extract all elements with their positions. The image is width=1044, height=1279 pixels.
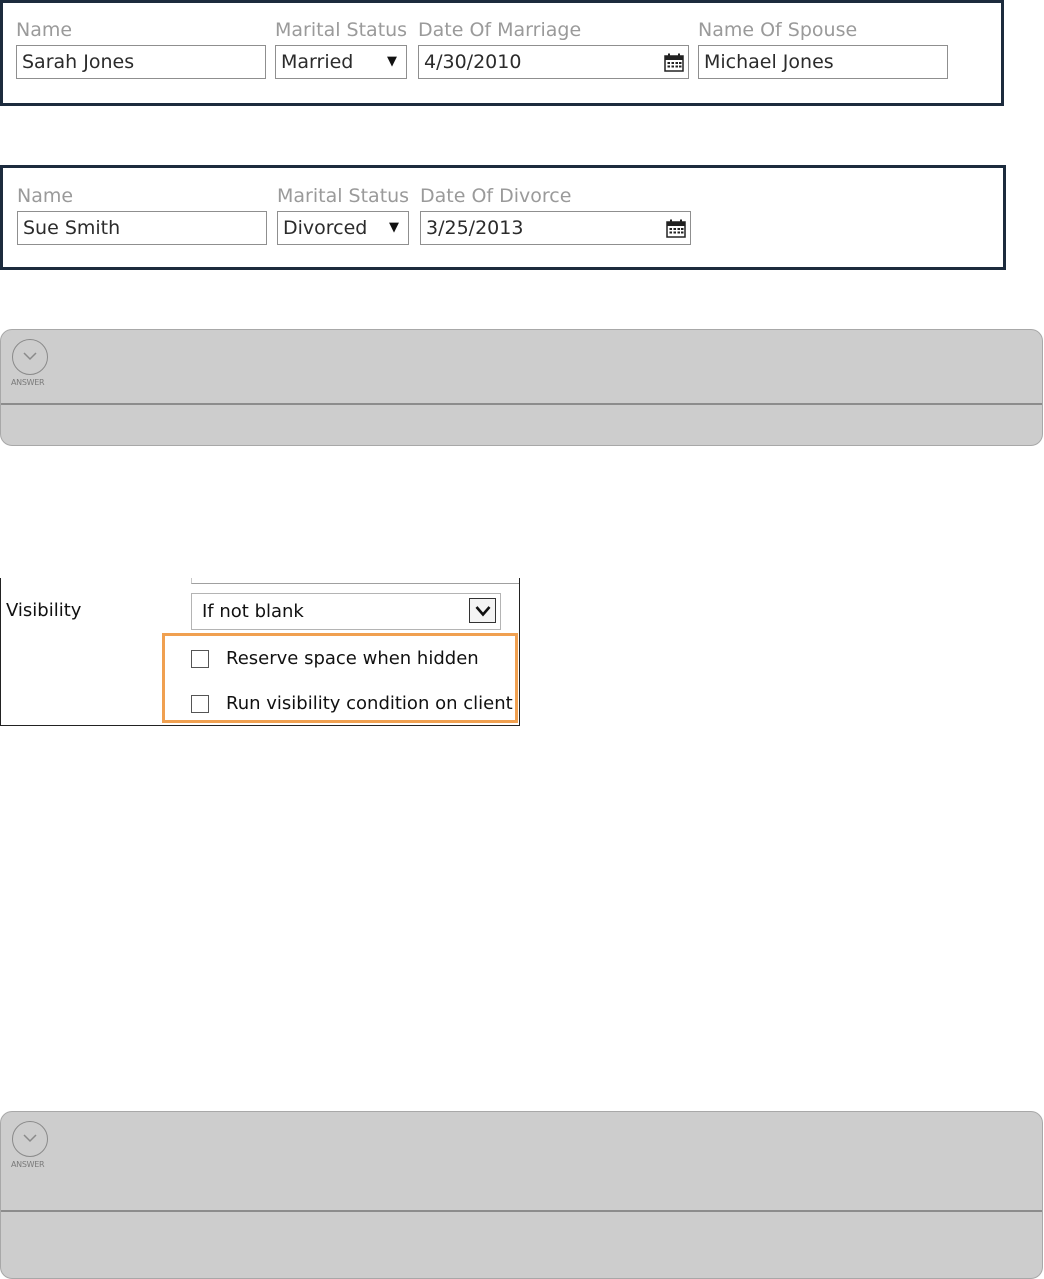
chevron-down-circle-icon [12, 1121, 48, 1157]
divider [1, 403, 1042, 405]
marital-status-value: Married [281, 51, 354, 73]
name-of-spouse-input[interactable]: Michael Jones [698, 45, 948, 79]
chevron-down-icon [475, 606, 491, 617]
divider [1, 1210, 1042, 1212]
date-of-marriage-label: Date Of Marriage [418, 19, 582, 41]
name-of-spouse-label: Name Of Spouse [698, 19, 858, 41]
dropdown-arrow-icon: ▼ [389, 220, 399, 235]
visibility-label: Visibility [6, 600, 82, 621]
divorced-form-panel: Name Sue Smith Marital Status Divorced ▼… [0, 165, 1006, 270]
answer-panel: ANSWER [0, 1111, 1043, 1279]
visibility-select-value: If not blank [202, 601, 304, 622]
marital-status-field: Marital Status Married ▼ [275, 18, 407, 80]
name-label: Name [17, 185, 74, 207]
date-of-marriage-value: 4/30/2010 [424, 51, 522, 73]
visibility-select[interactable]: If not blank [191, 593, 501, 630]
date-of-marriage-field: Date Of Marriage 4/30/2010 [418, 18, 689, 80]
married-form-panel: Name Sarah Jones Marital Status Married … [0, 0, 1004, 106]
calendar-icon[interactable] [664, 53, 684, 72]
date-of-divorce-value: 3/25/2013 [426, 217, 524, 239]
date-of-marriage-input[interactable]: 4/30/2010 [418, 45, 689, 79]
chevron-down-circle-icon [12, 339, 48, 375]
name-field: Name Sue Smith [17, 184, 267, 246]
reserve-space-checkbox[interactable] [191, 650, 209, 668]
run-on-client-label: Run visibility condition on client [226, 693, 513, 714]
date-of-divorce-input[interactable]: 3/25/2013 [420, 211, 691, 245]
marital-status-value: Divorced [283, 217, 368, 239]
previous-control-edge [191, 578, 519, 584]
visibility-settings-panel: Visibility If not blank Reserve space wh… [0, 578, 520, 726]
run-on-client-checkbox[interactable] [191, 695, 209, 713]
answer-panel: ANSWER [0, 329, 1043, 446]
marital-status-label: Marital Status [275, 19, 408, 41]
answer-toggle[interactable]: ANSWER [11, 1121, 55, 1173]
answer-toggle[interactable]: ANSWER [11, 339, 55, 391]
marital-status-label: Marital Status [277, 185, 410, 207]
dropdown-arrow-icon: ▼ [387, 54, 397, 69]
marital-status-field: Marital Status Divorced ▼ [277, 184, 409, 246]
date-of-divorce-field: Date Of Divorce 3/25/2013 [420, 184, 691, 246]
name-field: Name Sarah Jones [16, 18, 266, 80]
calendar-icon[interactable] [666, 219, 686, 238]
name-input[interactable]: Sarah Jones [16, 45, 266, 79]
dropdown-button[interactable] [469, 598, 496, 623]
marital-status-select[interactable]: Divorced ▼ [277, 211, 409, 245]
answer-label: ANSWER [11, 378, 45, 387]
name-input[interactable]: Sue Smith [17, 211, 267, 245]
date-of-divorce-label: Date Of Divorce [420, 185, 572, 207]
name-label: Name [16, 19, 73, 41]
name-of-spouse-field: Name Of Spouse Michael Jones [698, 18, 948, 80]
reserve-space-label: Reserve space when hidden [226, 648, 479, 669]
marital-status-select[interactable]: Married ▼ [275, 45, 407, 79]
answer-label: ANSWER [11, 1160, 45, 1169]
